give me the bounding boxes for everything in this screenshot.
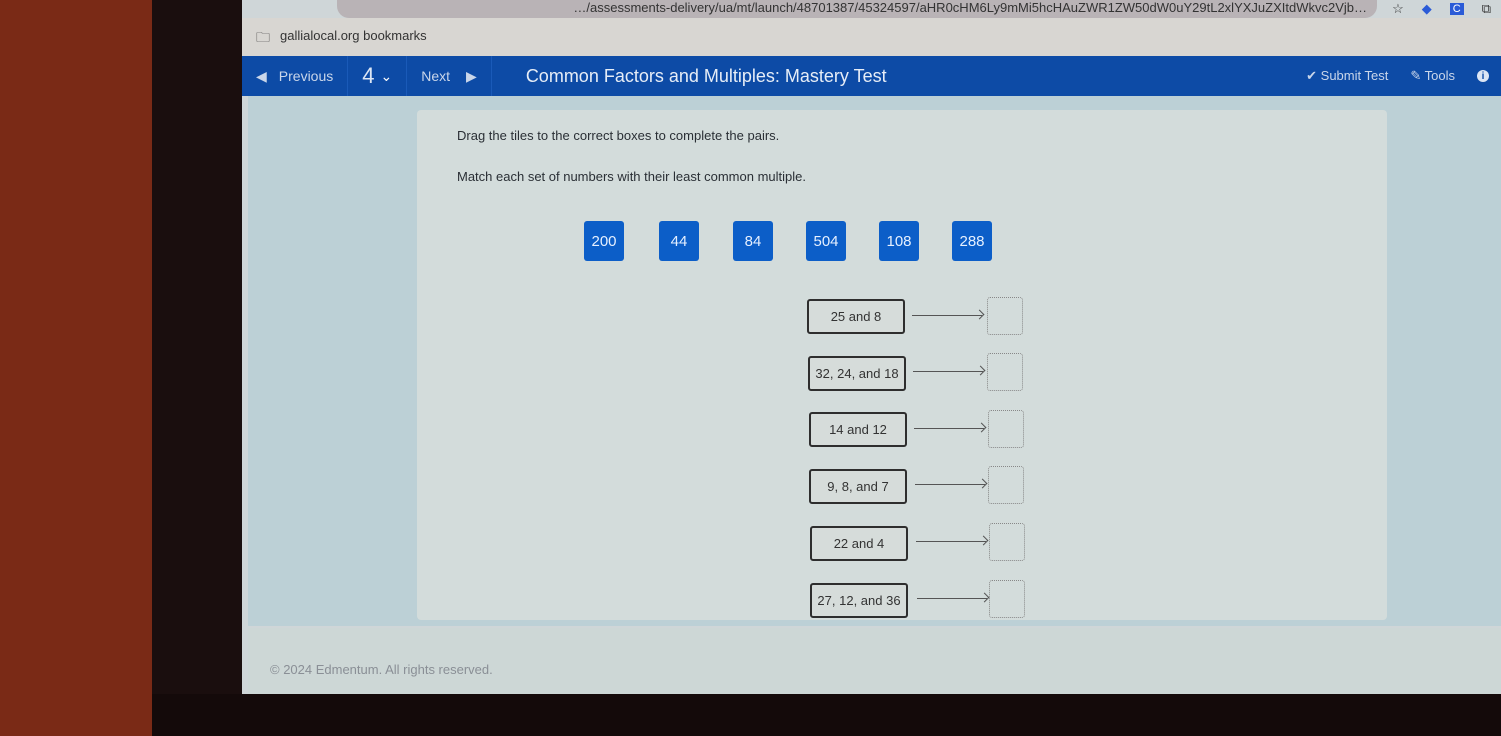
arrow-icon (913, 371, 983, 372)
pair-label: 25 and 8 (807, 299, 905, 334)
tools-button[interactable]: ✎ Tools (1410, 68, 1455, 84)
profile-icon[interactable]: C (1449, 3, 1464, 15)
test-nav-bar: ◀ Previous 4 ⌄ Next ▶ Common Factors and… (242, 56, 1501, 96)
answer-tile[interactable]: 108 (879, 221, 919, 261)
pair-label: 22 and 4 (810, 526, 908, 561)
question-number: 4 (362, 63, 375, 88)
arrow-icon (914, 428, 984, 429)
wrench-icon: ✎ (1410, 68, 1422, 83)
answer-tile[interactable]: 288 (952, 221, 992, 261)
submit-label: Submit Test (1320, 68, 1389, 83)
test-title: Common Factors and Multiples: Mastery Te… (525, 65, 887, 86)
drop-box[interactable] (989, 523, 1025, 561)
folder-icon: 🗀 (256, 29, 270, 45)
extension-icon[interactable]: ◆ (1422, 1, 1432, 17)
footer (248, 628, 1501, 694)
pair-label: 27, 12, and 36 (810, 583, 908, 618)
answer-tile[interactable]: 504 (806, 221, 846, 261)
answer-tile[interactable]: 200 (584, 221, 624, 261)
url-text: …/assessments-delivery/ua/mt/launch/4870… (573, 0, 1367, 15)
info-icon[interactable]: i (1477, 70, 1489, 82)
arrow-left-circle-icon: ◀ (256, 67, 267, 84)
pair-label: 9, 8, and 7 (809, 469, 907, 504)
drop-box[interactable] (988, 410, 1024, 448)
drop-box[interactable] (989, 580, 1025, 618)
next-button[interactable]: Next ▶ (407, 56, 492, 96)
drop-box[interactable] (987, 353, 1023, 391)
address-bar[interactable]: …/assessments-delivery/ua/mt/launch/4870… (337, 0, 1377, 18)
pair-label: 32, 24, and 18 (808, 356, 906, 391)
arrow-icon (915, 484, 985, 485)
arrow-right-circle-icon: ▶ (466, 67, 477, 84)
drop-box[interactable] (987, 297, 1023, 335)
answer-tile[interactable]: 84 (733, 221, 773, 261)
previous-button[interactable]: ◀ Previous (242, 56, 349, 96)
question-selector[interactable]: 4 ⌄ (348, 56, 408, 96)
bookmark-folder[interactable]: gallialocal.org bookmarks (280, 28, 427, 43)
monitor-bottom-bezel (152, 694, 1501, 736)
pair-label: 14 and 12 (809, 412, 907, 447)
chevron-down-icon: ⌄ (380, 67, 393, 84)
instruction-text: Drag the tiles to the correct boxes to c… (457, 128, 780, 143)
star-icon[interactable]: ☆ (1392, 1, 1404, 17)
check-circle-icon: ✔ (1306, 68, 1318, 83)
browser-toolbar-icons: ☆ ◆ C ⧉ (1392, 0, 1491, 18)
tools-label: Tools (1424, 68, 1455, 83)
prompt-text: Match each set of numbers with their lea… (457, 169, 806, 184)
submit-test-button[interactable]: ✔ Submit Test (1306, 68, 1388, 84)
previous-label: Previous (278, 68, 334, 84)
next-label: Next (421, 68, 451, 84)
arrow-icon (912, 315, 982, 316)
puzzle-icon[interactable]: ⧉ (1482, 1, 1491, 17)
copyright-text: © 2024 Edmentum. All rights reserved. (270, 662, 493, 677)
arrow-icon (916, 541, 986, 542)
drop-box[interactable] (988, 466, 1024, 504)
bookmarks-bar: 🗀 gallialocal.org bookmarks (242, 18, 1501, 56)
browser-window: …/assessments-delivery/ua/mt/launch/4870… (242, 0, 1501, 694)
answer-tile[interactable]: 44 (659, 221, 699, 261)
arrow-icon (917, 598, 987, 599)
